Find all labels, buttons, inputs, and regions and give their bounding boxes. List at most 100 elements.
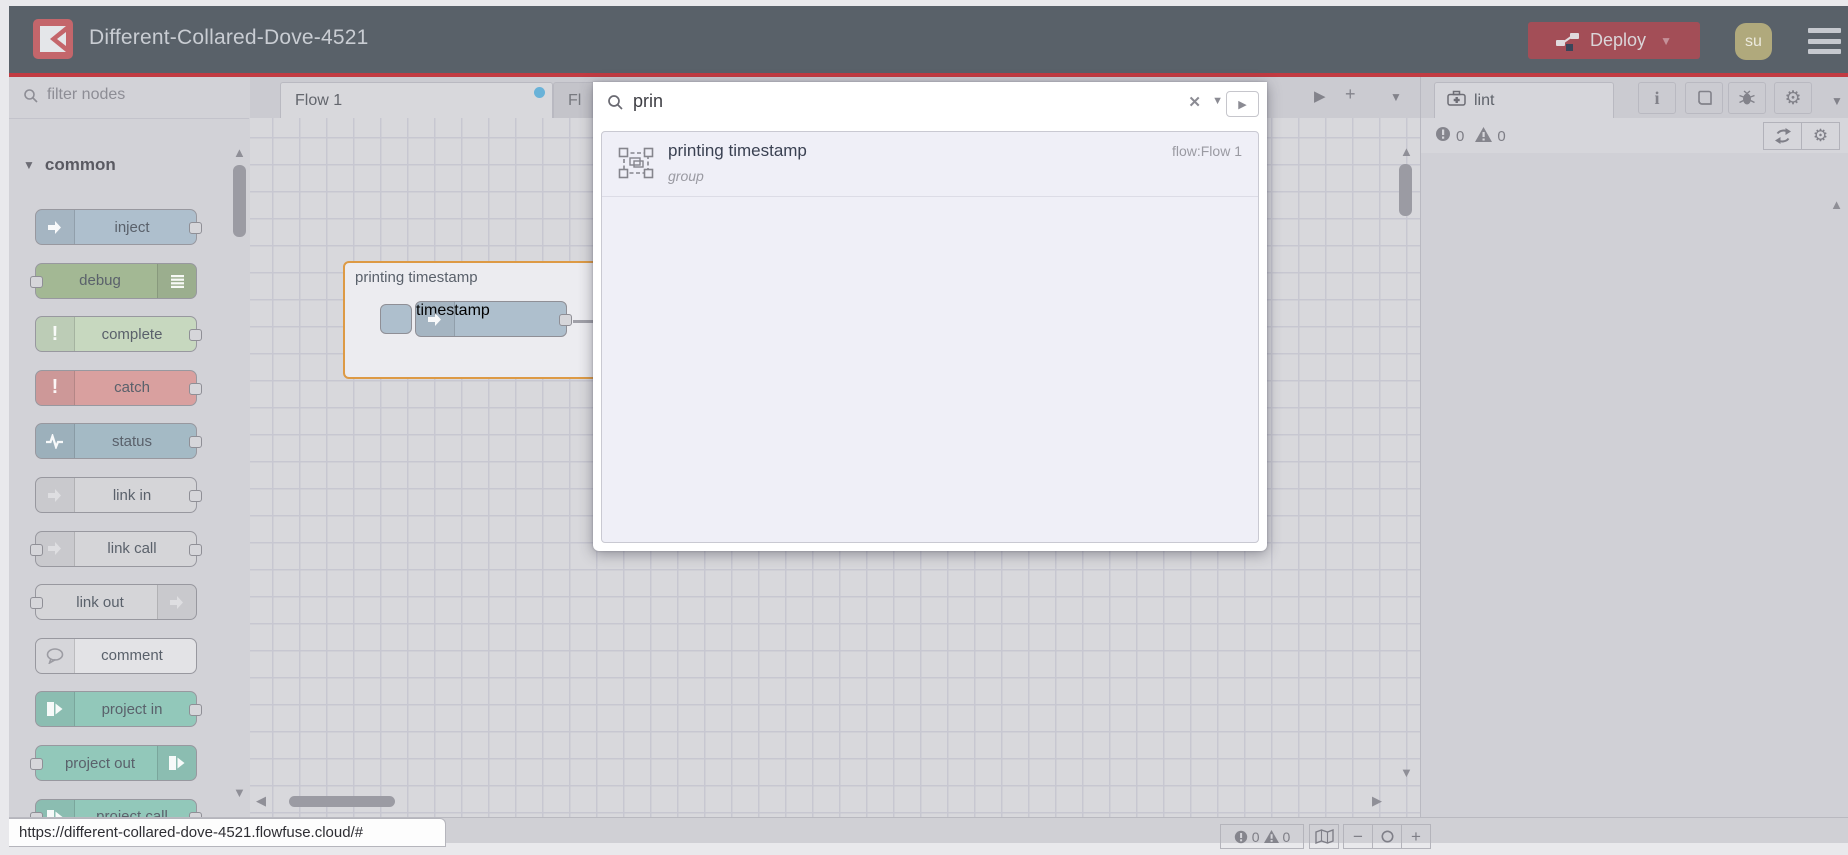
palette-node-link-call[interactable]: link call [30, 530, 202, 567]
sidebar-tab-bar: lint i ⚙ ▼ [1421, 77, 1848, 119]
output-port [189, 436, 202, 449]
inject-icon [36, 210, 75, 244]
result-flow-label: flow:Flow 1 [1171, 143, 1242, 159]
complete-icon: ! [36, 317, 75, 352]
palette-scroll-up-icon[interactable]: ▲ [233, 145, 246, 160]
palette-node-catch[interactable]: ! catch [35, 369, 202, 406]
lint-refresh-button[interactable] [1763, 122, 1802, 150]
palette-node-project-call[interactable]: project call [30, 798, 202, 817]
zoom-in-button[interactable]: + [1401, 824, 1431, 849]
debug-tab-button[interactable] [1728, 82, 1766, 114]
canvas-warning-count: 0 [1282, 828, 1291, 845]
tab-flow-1[interactable]: Flow 1 [280, 82, 553, 118]
canvas-vscrollbar-thumb[interactable] [1399, 164, 1412, 216]
node-output-port[interactable] [559, 314, 572, 326]
search-icon [607, 94, 624, 116]
inject-trigger-button[interactable] [380, 304, 412, 334]
tab-scroll-right-icon[interactable]: ▶ [1314, 87, 1326, 105]
palette-node-inject[interactable]: inject [35, 209, 202, 245]
lint-counters: 0 0 [1435, 126, 1506, 146]
navigator-map-button[interactable] [1309, 824, 1339, 849]
catch-icon: ! [36, 370, 75, 405]
palette-node-link-in[interactable]: link in [35, 477, 202, 513]
project-out-icon [157, 746, 196, 780]
deploy-options-caret-icon[interactable]: ▼ [1660, 34, 1672, 48]
result-type: group [668, 168, 704, 184]
search-input[interactable] [631, 90, 1155, 113]
inject-node-timestamp[interactable]: timestamp [415, 301, 572, 337]
palette-node-project-out[interactable]: project out [30, 745, 197, 781]
deploy-button[interactable]: Deploy ▼ [1528, 22, 1700, 59]
input-port [30, 758, 43, 770]
search-icon [23, 88, 39, 109]
instance-title: Different-Collared-Dove-4521 [89, 26, 369, 49]
palette-node-status[interactable]: status [35, 423, 202, 460]
link-out-icon [157, 585, 196, 620]
output-port [189, 222, 202, 234]
search-input-row: ✕ ▼ ▶ [593, 82, 1267, 126]
palette-node-link-out[interactable]: link out [30, 584, 197, 621]
status-icon [36, 424, 75, 459]
deploy-label: Deploy [1590, 30, 1647, 50]
link-preview-url: https://different-collared-dove-4521.flo… [9, 818, 446, 847]
palette-scrollbar-thumb[interactable] [233, 165, 246, 237]
palette-filter [9, 77, 249, 119]
canvas-scroll-left-icon[interactable]: ◀ [256, 794, 266, 807]
input-port [30, 543, 43, 556]
sidebar-tabs-caret-icon[interactable]: ▼ [1831, 94, 1843, 108]
search-next-button[interactable]: ▶ [1226, 91, 1259, 117]
debug-icon [157, 263, 196, 298]
inject-icon [416, 302, 455, 336]
canvas-scroll-down-icon[interactable]: ▼ [1400, 766, 1413, 779]
palette-category-common[interactable]: ▼ common [23, 155, 116, 175]
lint-panel-header: 0 0 ⚙ [1421, 118, 1848, 154]
lint-settings-button[interactable]: ⚙ [1801, 122, 1840, 150]
search-dialog: ✕ ▼ ▶ printing timestamp [593, 82, 1267, 551]
search-history-caret-icon[interactable]: ▼ [1212, 95, 1223, 107]
palette-node-complete[interactable]: ! complete [35, 316, 202, 353]
sidebar: lint i ⚙ ▼ 0 0 ⚙ ▲ [1420, 77, 1848, 817]
flow-modified-dot [534, 87, 545, 98]
flow-list-caret-icon[interactable]: ▼ [1390, 90, 1402, 104]
palette-node-debug[interactable]: debug [30, 262, 197, 299]
node-red-logo-icon [33, 19, 73, 59]
panel-scroll-up-icon[interactable]: ▲ [1830, 197, 1843, 212]
zoom-out-button[interactable]: − [1343, 824, 1373, 849]
project-in-icon [36, 692, 75, 727]
clear-search-icon[interactable]: ✕ [1188, 93, 1201, 111]
palette-node-comment[interactable]: comment [35, 637, 197, 674]
input-port [30, 275, 43, 288]
error-circle-icon [1435, 126, 1451, 146]
palette: ▼ common inject debug !complete !catch statu… [9, 77, 251, 817]
output-port [189, 490, 202, 502]
info-tab-button[interactable]: i [1638, 82, 1676, 114]
workspace-issue-counters[interactable]: 0 0 [1220, 824, 1304, 849]
input-port [30, 597, 43, 610]
canvas-scroll-right-icon[interactable]: ▶ [1372, 794, 1382, 807]
node-group-printing-timestamp[interactable]: printing timestamp timestamp [343, 261, 613, 379]
output-port [189, 704, 202, 717]
search-result-item[interactable]: printing timestamp group flow:Flow 1 [602, 132, 1258, 197]
lint-error-count: 0 [1456, 127, 1465, 145]
user-avatar[interactable]: su [1735, 23, 1772, 60]
link-in-icon [36, 478, 75, 512]
sidebar-tab-lint[interactable]: lint [1434, 82, 1614, 118]
group-icon [618, 147, 654, 184]
config-nodes-tab-button[interactable]: ⚙ [1774, 82, 1812, 114]
canvas-hscrollbar-thumb[interactable] [289, 796, 395, 807]
canvas-scroll-up-icon[interactable]: ▲ [1400, 145, 1413, 158]
canvas-error-count: 0 [1251, 828, 1260, 845]
zoom-reset-button[interactable] [1372, 824, 1402, 849]
result-title: printing timestamp [668, 141, 807, 160]
add-flow-button[interactable]: + [1345, 84, 1356, 105]
chevron-down-icon: ▼ [23, 158, 35, 172]
palette-filter-input[interactable] [45, 85, 229, 105]
palette-scroll-down-icon[interactable]: ▼ [233, 785, 246, 800]
help-tab-button[interactable] [1685, 82, 1723, 114]
output-port [189, 329, 202, 342]
lint-panel-body: ▲ [1421, 153, 1848, 817]
palette-node-project-in[interactable]: project in [35, 691, 202, 728]
deploy-icon [1556, 31, 1580, 51]
main-menu-button[interactable] [1808, 28, 1841, 54]
node-red-editor: Different-Collared-Dove-4521 Deploy ▼ su… [0, 0, 1848, 855]
